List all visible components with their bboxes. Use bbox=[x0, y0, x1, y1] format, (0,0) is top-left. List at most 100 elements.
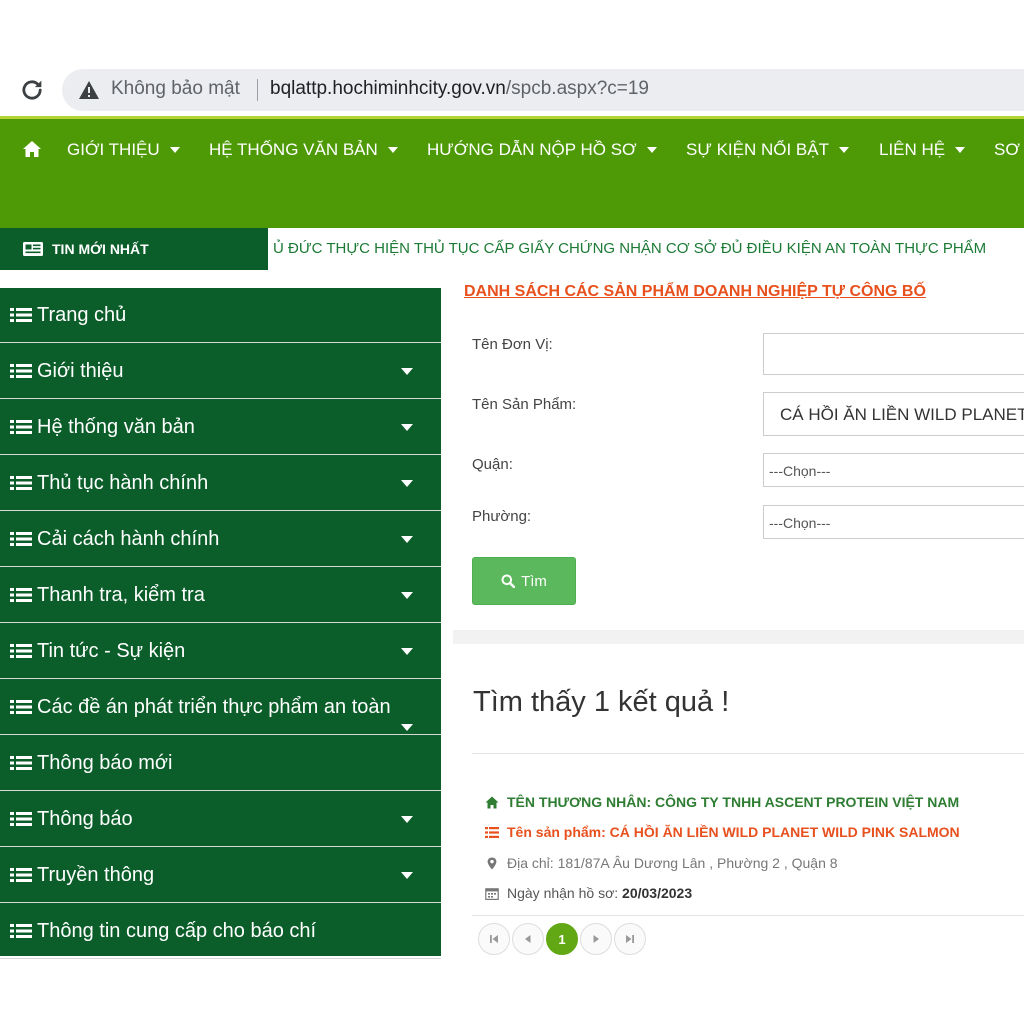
nav-label: SỰ KIỆN NỔI BẬT bbox=[686, 140, 829, 159]
url-path: /spcb.aspx?c=19 bbox=[505, 78, 649, 99]
chevron-down-icon bbox=[401, 816, 413, 823]
nav-lien-he[interactable]: LIÊN HỆ bbox=[879, 140, 966, 160]
next-page-button[interactable] bbox=[580, 923, 612, 955]
district-value: ---Chọn--- bbox=[769, 463, 831, 479]
sidebar-item-cai-cach-hanh-chinh[interactable]: Cải cách hành chính bbox=[0, 512, 441, 567]
sidebar-item-label: Các đề án phát triển thực phẩm an toàn bbox=[37, 695, 391, 718]
nav-huong-dan-nop-ho-so[interactable]: HƯỚNG DẪN NỘP HỒ SƠ bbox=[427, 140, 657, 160]
nav-so-do[interactable]: SƠ bbox=[994, 140, 1020, 160]
divider bbox=[472, 753, 1024, 754]
sidebar-item-cac-de-an[interactable]: Các đề án phát triển thực phẩm an toàn bbox=[0, 680, 441, 735]
url-text[interactable]: bqlattp.hochiminhcity.gov.vn/spcb.aspx?c… bbox=[270, 78, 649, 100]
search-icon bbox=[501, 574, 516, 588]
result-merchant[interactable]: TÊN THƯƠNG NHÂN: CÔNG TY TNHH ASCENT PRO… bbox=[485, 794, 959, 810]
list-icon bbox=[10, 364, 32, 378]
product-name-input[interactable]: CÁ HỒI ĂN LIỀN WILD PLANET bbox=[763, 392, 1024, 436]
pagination: 1 bbox=[478, 923, 646, 955]
sidebar-item-thanh-tra-kiem-tra[interactable]: Thanh tra, kiểm tra bbox=[0, 568, 441, 623]
list-icon bbox=[10, 868, 32, 882]
page-button-current[interactable]: 1 bbox=[546, 923, 578, 955]
sidebar-item-label: Thanh tra, kiểm tra bbox=[37, 583, 205, 606]
sidebar-item-thong-bao-moi[interactable]: Thông báo mới bbox=[0, 736, 441, 791]
prev-page-button[interactable] bbox=[512, 923, 544, 955]
sidebar-item-label: Thông báo mới bbox=[37, 751, 173, 774]
nav-label: LIÊN HỆ bbox=[879, 140, 946, 159]
warning-icon[interactable] bbox=[78, 80, 100, 100]
chevron-down-icon bbox=[401, 872, 413, 879]
last-page-button[interactable] bbox=[614, 923, 646, 955]
result-received-date: Ngày nhận hồ sơ: 20/03/2023 bbox=[485, 885, 692, 901]
nav-he-thong-van-ban[interactable]: HỆ THỐNG VĂN BẢN bbox=[209, 140, 398, 160]
chevron-down-icon bbox=[401, 480, 413, 487]
section-divider bbox=[453, 630, 1024, 644]
prev-page-icon bbox=[525, 935, 531, 943]
sidebar-item-label: Giới thiệu bbox=[37, 359, 124, 382]
home-icon[interactable] bbox=[22, 140, 42, 158]
list-icon bbox=[10, 644, 32, 658]
sidebar-item-tin-tuc-su-kien[interactable]: Tin tức - Sự kiện bbox=[0, 624, 441, 679]
nav-label: HỆ THỐNG VĂN BẢN bbox=[209, 140, 378, 159]
sidebar-item-thu-tuc-hanh-chinh[interactable]: Thủ tục hành chính bbox=[0, 456, 441, 511]
sidebar-item-label: Thông tin cung cấp cho báo chí bbox=[37, 919, 317, 942]
list-icon bbox=[10, 476, 32, 490]
list-icon bbox=[10, 588, 32, 602]
chevron-down-icon bbox=[646, 147, 657, 153]
chevron-down-icon bbox=[401, 724, 413, 731]
newspaper-icon bbox=[23, 242, 43, 256]
chevron-down-icon bbox=[401, 592, 413, 599]
list-icon bbox=[10, 812, 32, 826]
map-marker-icon bbox=[487, 857, 497, 869]
sidebar-item-he-thong-van-ban[interactable]: Hệ thống văn bản bbox=[0, 400, 441, 455]
chevron-down-icon bbox=[401, 368, 413, 375]
last-page-icon bbox=[626, 935, 634, 943]
reload-icon[interactable] bbox=[18, 76, 46, 104]
nav-gioi-thieu[interactable]: GIỚI THIỆU bbox=[67, 140, 180, 160]
list-icon bbox=[10, 532, 32, 546]
list-icon bbox=[10, 700, 32, 714]
chevron-down-icon bbox=[955, 147, 966, 153]
nav-su-kien-noi-bat[interactable]: SỰ KIỆN NỔI BẬT bbox=[686, 140, 849, 160]
nav-label: SƠ bbox=[994, 140, 1020, 159]
top-navigation bbox=[0, 116, 1024, 228]
news-ticker[interactable]: Ủ ĐỨC THỰC HIỆN THỦ TỤC CẤP GIẤY CHỨNG N… bbox=[273, 240, 986, 257]
sidebar-item-label: Thông báo bbox=[37, 807, 133, 830]
district-label: Quận: bbox=[472, 456, 513, 473]
nav-label: HƯỚNG DẪN NỘP HỒ SƠ bbox=[427, 140, 637, 159]
sidebar-item-thong-tin-bao-chi[interactable]: Thông tin cung cấp cho báo chí bbox=[0, 904, 441, 959]
sidebar-item-label: Trang chủ bbox=[37, 303, 127, 326]
first-page-button[interactable] bbox=[478, 923, 510, 955]
latest-news-text: TIN MỚI NHẤT bbox=[52, 241, 149, 257]
result-product[interactable]: Tên sản phẩm: CÁ HỒI ĂN LIỀN WILD PLANET… bbox=[485, 824, 960, 840]
ward-select[interactable]: ---Chọn--- bbox=[763, 505, 1024, 539]
chevron-down-icon bbox=[401, 536, 413, 543]
chevron-down-icon bbox=[387, 147, 398, 153]
url-host: bqlattp.hochiminhcity.gov.vn bbox=[270, 78, 506, 99]
ward-label: Phường: bbox=[472, 508, 532, 525]
home-icon bbox=[485, 796, 499, 808]
list-icon bbox=[10, 308, 32, 322]
received-label: Ngày nhận hồ sơ: bbox=[507, 885, 619, 901]
sidebar-item-thong-bao[interactable]: Thông báo bbox=[0, 792, 441, 847]
district-select[interactable]: ---Chọn--- bbox=[763, 453, 1024, 487]
unit-name-input[interactable] bbox=[763, 333, 1024, 375]
chevron-down-icon bbox=[169, 147, 180, 153]
merchant-text: TÊN THƯƠNG NHÂN: CÔNG TY TNHH ASCENT PRO… bbox=[507, 794, 960, 810]
sidebar-item-trang-chu[interactable]: Trang chủ bbox=[0, 288, 441, 343]
sidebar-item-label: Cải cách hành chính bbox=[37, 527, 220, 550]
chevron-down-icon bbox=[839, 147, 849, 153]
sidebar-item-truyen-thong[interactable]: Truyền thông bbox=[0, 848, 441, 903]
sidebar-item-gioi-thieu[interactable]: Giới thiệu bbox=[0, 344, 441, 399]
not-secure-label[interactable]: Không bảo mật bbox=[111, 78, 240, 100]
page-title[interactable]: DANH SÁCH CÁC SẢN PHẨM DOANH NGHIỆP TỰ C… bbox=[464, 283, 926, 301]
next-page-icon bbox=[593, 935, 599, 943]
calendar-icon bbox=[485, 887, 499, 900]
list-icon bbox=[10, 420, 32, 434]
latest-news-label: TIN MỚI NHẤT bbox=[0, 228, 268, 270]
sidebar: Trang chủ Giới thiệu Hệ thống văn bản Th… bbox=[0, 288, 441, 959]
results-count: Tìm thấy 1 kết quả ! bbox=[473, 686, 730, 718]
product-name-value: CÁ HỒI ĂN LIỀN WILD PLANET bbox=[780, 405, 1024, 424]
address-text: Địa chỉ: 181/87A Âu Dương Lân , Phường 2… bbox=[507, 855, 838, 871]
search-button[interactable]: Tìm bbox=[472, 557, 576, 605]
divider bbox=[472, 915, 1024, 916]
list-icon bbox=[10, 924, 32, 938]
